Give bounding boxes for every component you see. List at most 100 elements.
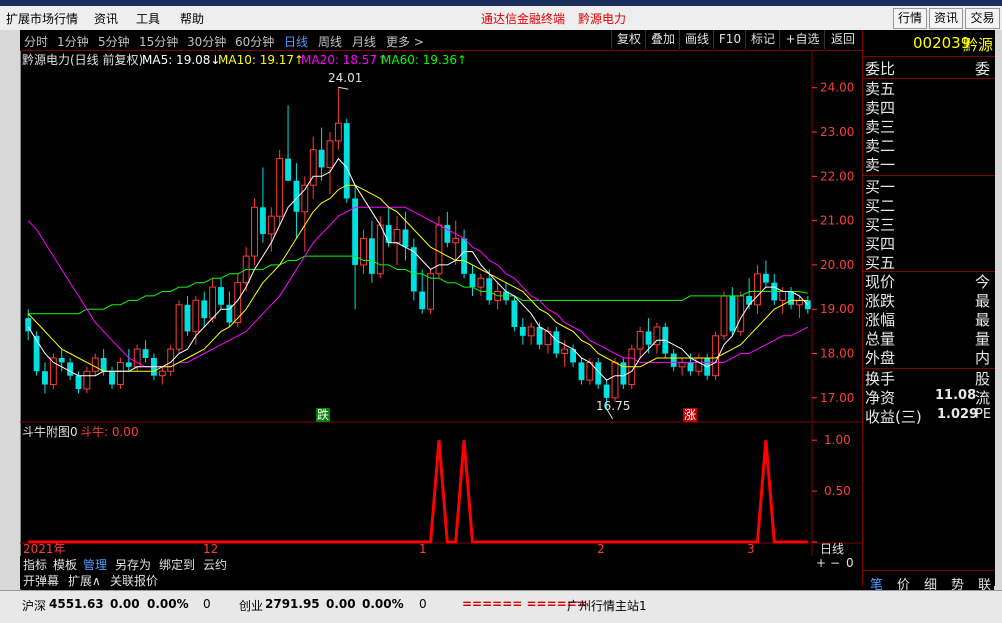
kline-chart[interactable]: 17.0018.0019.0020.0021.0022.0023.0024.00… [20, 50, 862, 556]
trade-button[interactable]: 交易 [965, 8, 1000, 29]
candle-up [452, 237, 460, 244]
fall-label: 跌 [317, 407, 329, 422]
y-tick-label: 19.00 [820, 302, 854, 316]
candle-down [645, 331, 652, 345]
period-daily[interactable]: 日线 [284, 33, 308, 50]
nav-value: 11.08 [935, 388, 977, 403]
add-watchlist-button[interactable]: +自选 [779, 30, 825, 49]
tab-indicator[interactable]: 指标 [23, 556, 47, 573]
divider [863, 56, 995, 57]
quote-button[interactable]: 行情 [893, 8, 927, 29]
related-quotes-button[interactable]: 关联报价 [110, 572, 158, 589]
back-button[interactable]: 返回 [824, 30, 861, 49]
nav-label: 净资 [865, 389, 896, 407]
change-label: 涨跌 [865, 292, 896, 310]
candle-down [42, 371, 48, 385]
candle-up [737, 295, 745, 332]
adjust-button[interactable]: 复权 [611, 30, 646, 49]
period-15min[interactable]: 15分钟 [139, 33, 178, 50]
candle-up [636, 330, 644, 350]
indicator-tick-label: 0.50 [824, 484, 851, 498]
high-label: 最 [975, 292, 991, 310]
candle-up [334, 122, 342, 142]
status-bar: 沪深 4551.63 0.00 0.00% 0 创业 2791.95 0.00 … [0, 590, 1002, 623]
date-label-3: 3 [747, 542, 755, 556]
tab-template[interactable]: 模板 [53, 556, 77, 573]
candle-up [326, 140, 334, 168]
candle-up [427, 273, 435, 310]
period-1min[interactable]: 1分钟 [57, 33, 89, 50]
tab-bind-to[interactable]: 绑定到 [159, 556, 195, 573]
open-label: 今 [975, 273, 991, 291]
candle-down [444, 225, 451, 243]
candle-down [788, 291, 794, 305]
volume-label: 总量 [865, 330, 896, 348]
candle-down [318, 149, 325, 168]
news-button[interactable]: 资讯 [929, 8, 963, 29]
candle-down [746, 295, 753, 305]
turnover-label: 换手 [865, 370, 896, 388]
server-name[interactable]: 广州行情主站1 [567, 597, 647, 614]
period-more[interactable]: 更多 > [386, 33, 424, 50]
candle-down [285, 158, 291, 181]
period-monthly[interactable]: 月线 [352, 33, 376, 50]
draw-button[interactable]: 画线 [679, 30, 714, 49]
zoom-in-button[interactable]: + [816, 556, 826, 570]
candle-up [527, 326, 535, 337]
expand-button[interactable]: 扩展∧ [68, 572, 101, 589]
indicator-tick-label: 1.00 [824, 433, 851, 447]
candle-down [670, 353, 677, 367]
candle-up [251, 206, 258, 257]
candle-up [678, 361, 686, 368]
tab-cloud[interactable]: 云约 [203, 556, 227, 573]
menu-help[interactable]: 帮助 [180, 10, 204, 27]
sell2-label: 卖二 [865, 137, 896, 155]
cy-index-change: 0.00 [326, 597, 356, 611]
low-label: 最 [975, 311, 991, 329]
period-weekly[interactable]: 周线 [318, 33, 342, 50]
danmu-toggle[interactable]: 开弹幕 [23, 572, 59, 589]
candle-down [687, 362, 694, 372]
menu-bar: 扩展市场行情 资讯 工具 帮助 通达信金融终端 黔源电力 行情 资讯 交易 [0, 6, 1002, 31]
tab-save-as[interactable]: 另存为 [115, 556, 151, 573]
period-intraday[interactable]: 分时 [24, 33, 48, 50]
left-toolbar [0, 30, 21, 590]
zoom-out-button[interactable]: − [830, 556, 840, 570]
buy1-label: 买一 [865, 178, 896, 196]
date-label-2: 2 [597, 542, 605, 556]
period-30min[interactable]: 30分钟 [187, 33, 226, 50]
cy-index-name[interactable]: 创业 [239, 597, 263, 614]
zoom-reset-button[interactable]: 0 [846, 556, 854, 570]
cy-index-value: 2791.95 [265, 597, 320, 611]
cy-index-pct: 0.00% [362, 597, 404, 611]
candle-up [393, 228, 401, 244]
sell5-label: 卖五 [865, 80, 896, 98]
tab-manage[interactable]: 管理 [83, 556, 107, 573]
candle-down [259, 207, 266, 234]
high-leader [338, 86, 349, 90]
candle-down [343, 123, 350, 199]
period-60min[interactable]: 60分钟 [235, 33, 274, 50]
candle-up [712, 335, 720, 377]
sh-index-name[interactable]: 沪深 [22, 597, 46, 614]
menu-extended-market[interactable]: 扩展市场行情 [6, 10, 78, 27]
cy-index-vol: 0 [419, 597, 427, 611]
menu-tools[interactable]: 工具 [136, 10, 160, 27]
quote-panel: 002039 黔源 委比 委 卖五 卖四 卖三 卖二 卖一 买一 买二 买三 买… [862, 30, 995, 586]
float-label: 流 [975, 389, 991, 407]
candle-up [477, 277, 485, 288]
menu-news[interactable]: 资讯 [94, 10, 118, 27]
candle-up [376, 224, 384, 275]
candle-down [511, 300, 518, 327]
y-tick-label: 24.00 [820, 81, 854, 95]
high-annotation: 24.01 [328, 71, 362, 85]
mark-button[interactable]: 标记 [745, 30, 780, 49]
candle-up [779, 291, 787, 301]
y-tick-label: 22.00 [820, 169, 854, 183]
period-5min[interactable]: 5分钟 [98, 33, 130, 50]
ma20-label: MA20: 18.57↑ [301, 53, 387, 67]
f10-button[interactable]: F10 [713, 30, 746, 49]
overlay-button[interactable]: 叠加 [645, 30, 680, 49]
stock-code: 002039 [913, 34, 971, 52]
right-scrollbar[interactable] [994, 30, 1002, 590]
